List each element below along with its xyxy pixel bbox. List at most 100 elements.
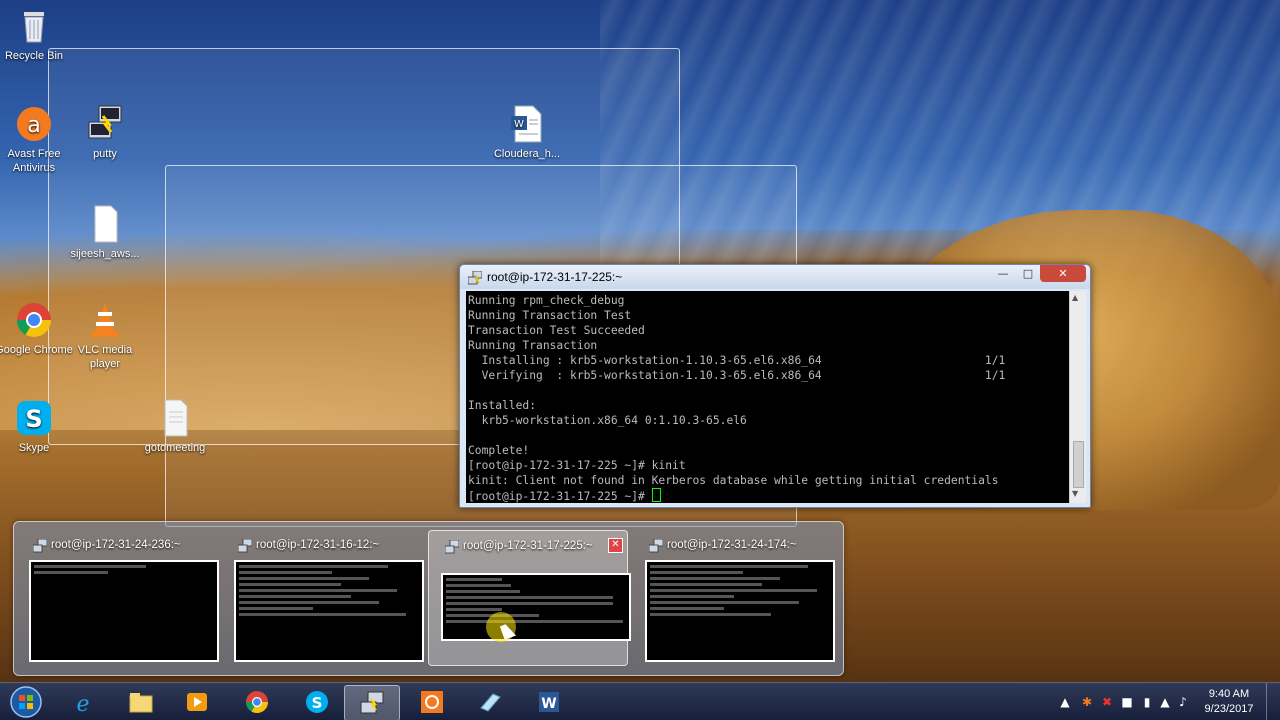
clock-time: 9:40 AM bbox=[1208, 688, 1250, 700]
terminal-cursor bbox=[651, 488, 661, 502]
thumbnail-window[interactable]: root@ip-172-31-24-174:~ bbox=[633, 530, 835, 664]
desktop-icon-avast[interactable]: a Avast Free Antivirus bbox=[0, 104, 74, 175]
close-button[interactable]: ✕ bbox=[1040, 265, 1086, 282]
desktop-icon-gotomeeting[interactable]: gotomeeting bbox=[135, 398, 215, 455]
desktop-icon-label: gotomeeting bbox=[144, 442, 206, 454]
tray-expand-icon[interactable]: ▲ bbox=[1058, 695, 1072, 709]
minimize-button[interactable]: — bbox=[990, 265, 1016, 282]
putty-title: root@ip-172-31-17-225:~ bbox=[487, 270, 623, 284]
clock[interactable]: 9:40 AM 9/23/2017 bbox=[1198, 687, 1260, 717]
terminal-line: krb5-workstation.x86_64 0:1.10.3-65.el6 bbox=[481, 414, 747, 427]
terminal-prompt: [root@ip-172-31-17-225 ~]# bbox=[468, 490, 652, 503]
svg-text:S: S bbox=[25, 405, 42, 433]
desktop-icon-chrome[interactable]: Google Chrome bbox=[0, 300, 74, 357]
thumbnail-close-button[interactable]: ✕ bbox=[608, 538, 623, 553]
notepad-icon bbox=[477, 690, 503, 714]
skype-icon: S bbox=[14, 398, 54, 438]
desktop-icon-vlc[interactable]: VLC media player bbox=[65, 300, 145, 371]
terminal-line: kinit: Client not found in Kerberos data… bbox=[468, 474, 999, 487]
avast-icon: a bbox=[14, 104, 54, 144]
thumbnail-title: root@ip-172-31-24-174:~ bbox=[667, 539, 797, 551]
taskbar-file-explorer[interactable] bbox=[114, 685, 168, 719]
file-icon bbox=[85, 204, 125, 244]
desktop-icon-label: sijeesh_aws... bbox=[70, 248, 140, 260]
taskbar-word[interactable]: W bbox=[522, 685, 576, 719]
thumbnail-title: root@ip-172-31-16-12:~ bbox=[256, 539, 380, 551]
scroll-thumb[interactable] bbox=[1073, 441, 1084, 488]
taskbar-skype[interactable]: S bbox=[290, 685, 344, 719]
taskbar-media-player[interactable] bbox=[170, 685, 224, 719]
thumbnail-screen bbox=[234, 560, 424, 662]
taskbar-putty[interactable] bbox=[344, 685, 400, 720]
terminal-line: [root@ip-172-31-17-225 ~]# kinit bbox=[468, 459, 686, 472]
terminal-output[interactable]: Running rpm_check_debug Running Transact… bbox=[466, 291, 1069, 503]
thumbnail-screen bbox=[645, 560, 835, 662]
svg-text:W: W bbox=[514, 119, 524, 130]
show-desktop-button[interactable] bbox=[1266, 683, 1280, 720]
terminal-line: Verifying : krb5-workstation-1.10.3-65.e… bbox=[481, 369, 1006, 382]
battery-tray-icon[interactable]: ▮ bbox=[1140, 695, 1154, 709]
avast-tray-icon[interactable]: ✱ bbox=[1080, 695, 1094, 709]
avast-icon bbox=[419, 690, 445, 714]
desktop: Recycle Bin a Avast Free Antivirus putty… bbox=[0, 0, 1280, 720]
terminal-line: Installed: bbox=[468, 399, 537, 412]
chrome-icon bbox=[14, 300, 54, 340]
putty-icon bbox=[32, 538, 48, 553]
word-document-icon: W bbox=[507, 104, 547, 144]
taskbar-avast[interactable] bbox=[405, 685, 459, 719]
file-icon bbox=[155, 398, 195, 438]
thumbnail-window[interactable]: root@ip-172-31-16-12:~ bbox=[222, 530, 424, 664]
thumbnail-window-active[interactable]: root@ip-172-31-17-225:~ ✕ bbox=[428, 530, 631, 666]
thumbnail-window[interactable]: root@ip-172-31-24-236:~ bbox=[17, 530, 219, 664]
terminal-line: Running Transaction Test bbox=[468, 309, 632, 322]
terminal-line: Installing : krb5-workstation-1.10.3-65.… bbox=[481, 354, 1006, 367]
maximize-button[interactable]: □ bbox=[1015, 265, 1041, 282]
desktop-icon-putty[interactable]: putty bbox=[65, 104, 145, 161]
taskbar-internet-explorer[interactable]: e bbox=[56, 685, 110, 719]
scroll-down-icon[interactable]: ▼ bbox=[1072, 489, 1078, 498]
signal-tray-icon[interactable]: ▲ bbox=[1158, 695, 1172, 709]
desktop-icon-label: Recycle Bin bbox=[4, 50, 64, 62]
putty-window[interactable]: root@ip-172-31-17-225:~ — □ ✕ Running rp… bbox=[459, 264, 1091, 508]
terminal-text: Running rpm_check_debug Running Transact… bbox=[466, 291, 1069, 503]
taskbar: e S W ▲ ✱ ✖ ■ ▮ ▲ ♪ 9:40 AM 9/23/2017 bbox=[0, 682, 1280, 720]
putty-icon bbox=[444, 539, 460, 554]
taskbar-notepad[interactable] bbox=[463, 685, 517, 719]
putty-titlebar[interactable]: root@ip-172-31-17-225:~ — □ ✕ bbox=[460, 265, 1090, 289]
terminal-line: Transaction Test Succeeded bbox=[468, 324, 645, 337]
putty-icon bbox=[359, 691, 385, 715]
svg-text:W: W bbox=[541, 696, 556, 712]
vlc-cone-icon bbox=[85, 300, 125, 340]
thumbnail-screen bbox=[441, 573, 631, 641]
recycle-bin-icon bbox=[14, 6, 54, 46]
thumbnail-screen bbox=[29, 560, 219, 662]
terminal-line: Complete! bbox=[468, 444, 530, 457]
terminal-line: Running rpm_check_debug bbox=[468, 294, 625, 307]
desktop-icon-label: Google Chrome bbox=[0, 344, 73, 356]
terminal-scrollbar[interactable]: ▲ ▼ bbox=[1069, 291, 1086, 503]
flag-tray-icon[interactable]: ✖ bbox=[1100, 695, 1114, 709]
network-tray-icon[interactable]: ■ bbox=[1120, 695, 1134, 709]
internet-explorer-icon: e bbox=[70, 690, 96, 717]
start-button[interactable] bbox=[6, 683, 46, 720]
media-player-icon bbox=[184, 690, 210, 714]
volume-tray-icon[interactable]: ♪ bbox=[1176, 695, 1190, 709]
taskbar-thumbnail-previews: root@ip-172-31-24-236:~ root@ip-172-31-1… bbox=[13, 521, 844, 676]
svg-text:e: e bbox=[76, 692, 89, 714]
chrome-icon bbox=[244, 690, 270, 714]
desktop-icon-skype[interactable]: S Skype bbox=[0, 398, 74, 455]
putty-icon bbox=[467, 270, 483, 285]
desktop-icon-label: putty bbox=[93, 148, 117, 160]
thumbnail-title: root@ip-172-31-17-225:~ bbox=[463, 540, 593, 552]
scroll-up-icon[interactable]: ▲ bbox=[1072, 293, 1078, 302]
putty-icon bbox=[648, 538, 664, 553]
desktop-icon-recycle-bin[interactable]: Recycle Bin bbox=[0, 6, 74, 63]
clock-date: 9/23/2017 bbox=[1204, 703, 1254, 715]
desktop-icon-label: Avast Free Antivirus bbox=[7, 148, 61, 174]
terminal-line: Running Transaction bbox=[468, 339, 598, 352]
desktop-icon-cloudera-doc[interactable]: W Cloudera_h... bbox=[487, 104, 567, 161]
svg-text:a: a bbox=[27, 113, 40, 138]
desktop-icon-label: Cloudera_h... bbox=[493, 148, 561, 160]
desktop-icon-sijeesh-file[interactable]: sijeesh_aws... bbox=[65, 204, 145, 261]
taskbar-chrome[interactable] bbox=[230, 685, 284, 719]
